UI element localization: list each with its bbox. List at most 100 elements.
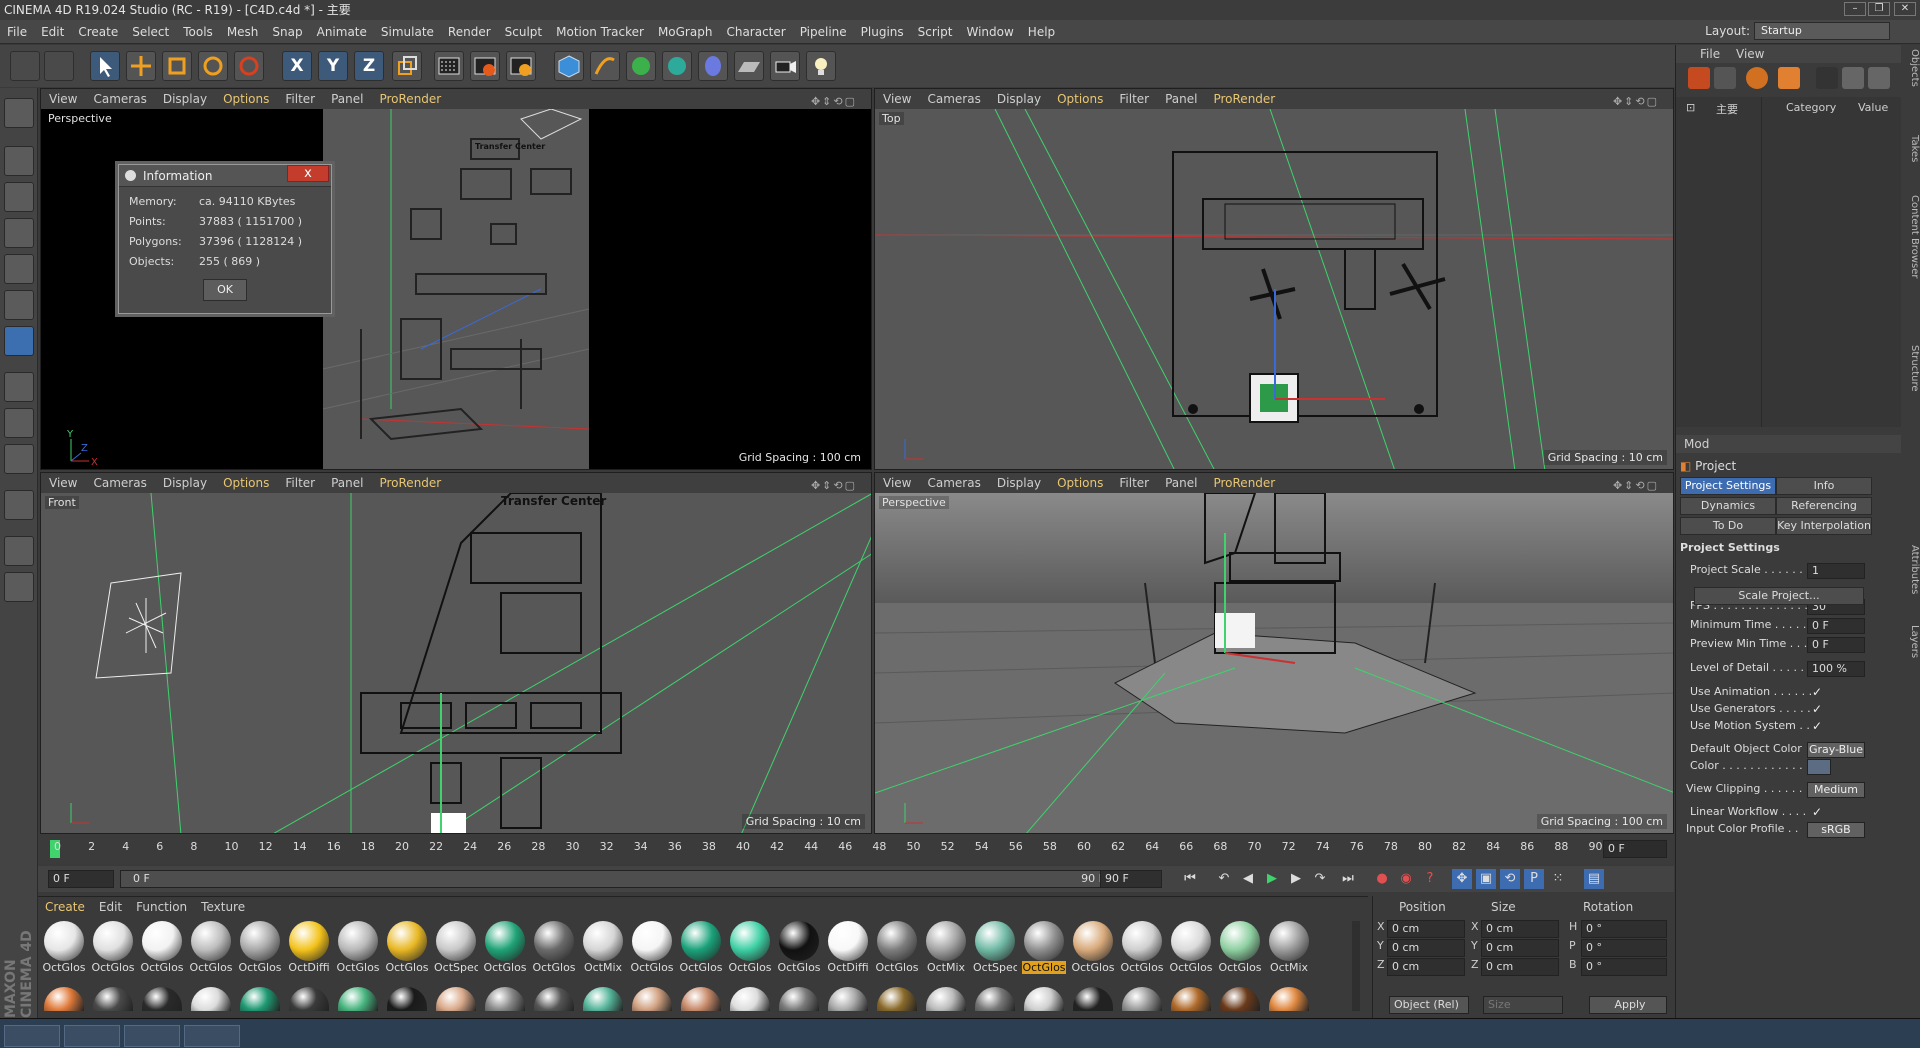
menu-motion-tracker[interactable]: Motion Tracker (549, 20, 651, 44)
go-to-end-icon[interactable]: ⏭ (1338, 869, 1358, 889)
color-swatch[interactable] (1807, 759, 1831, 775)
autokey-icon[interactable]: ◉ (1396, 869, 1416, 889)
attribute-value-field[interactable]: 100 % (1807, 661, 1865, 677)
start-button[interactable] (4, 1025, 60, 1047)
material-swatch[interactable]: OctMix (924, 921, 968, 977)
menu-simulate[interactable]: Simulate (374, 20, 441, 44)
material-swatch[interactable]: OctGlos (385, 921, 429, 977)
menu-script[interactable]: Script (911, 20, 960, 44)
material-swatch[interactable]: OctGlos (91, 921, 135, 977)
render-view-icon[interactable] (434, 51, 464, 81)
deformer-icon[interactable] (698, 51, 728, 81)
material-swatch[interactable]: OctGlos (532, 921, 576, 977)
vp-menu-display[interactable]: Display (155, 473, 215, 493)
attributes-mode-menu[interactable]: Mod (1684, 437, 1709, 451)
tab-to-do[interactable]: To Do (1680, 517, 1776, 535)
om-menu-view[interactable]: View (1736, 47, 1764, 61)
tab-referencing[interactable]: Referencing (1776, 497, 1872, 515)
vp-menu-view[interactable]: View (875, 473, 919, 493)
z-axis-lock-button[interactable]: Z (354, 51, 384, 81)
snap-icon[interactable] (4, 490, 34, 520)
light-icon[interactable] (806, 51, 836, 81)
menu-mesh[interactable]: Mesh (220, 20, 266, 44)
material-swatch[interactable]: OctGlos (1120, 921, 1164, 977)
mat-menu-function[interactable]: Function (129, 897, 194, 917)
auto-take-icon[interactable] (1868, 67, 1890, 89)
rotation-field[interactable]: 0 ° (1581, 958, 1667, 976)
pen-spline-icon[interactable] (590, 51, 620, 81)
cube-primitive-icon[interactable] (554, 51, 584, 81)
key-rotation-icon[interactable]: ⟲ (1500, 869, 1520, 889)
floor-icon[interactable] (734, 51, 764, 81)
range-slider[interactable]: 0 F 90 F (120, 870, 1120, 888)
move-icon[interactable] (126, 51, 156, 81)
recent-tool-icon[interactable] (234, 51, 264, 81)
key-scale-icon[interactable]: ▣ (1476, 869, 1496, 889)
menu-create[interactable]: Create (71, 20, 125, 44)
key-position-icon[interactable]: ✥ (1452, 869, 1472, 889)
mat-menu-texture[interactable]: Texture (194, 897, 252, 917)
axis-mode-icon[interactable] (4, 372, 34, 402)
side-tab-takes[interactable]: Takes (1900, 135, 1920, 162)
previous-frame-icon[interactable]: ◀ (1238, 869, 1258, 889)
material-swatch[interactable]: OctGlos (238, 921, 282, 977)
material-swatch[interactable]: OctGlos (1071, 921, 1115, 977)
minimize-button[interactable]: – (1844, 2, 1866, 16)
attribute-checkbox[interactable]: ✓ (1812, 702, 1822, 716)
material-swatch[interactable]: OctDiffi (826, 921, 870, 977)
vp-menu-cameras[interactable]: Cameras (85, 473, 154, 493)
attribute-checkbox[interactable]: ✓ (1812, 805, 1822, 819)
size-field[interactable]: 0 cm (1481, 920, 1559, 938)
tag-icon[interactable] (1714, 67, 1736, 89)
subdivision-icon[interactable] (626, 51, 656, 81)
vp-menu-options[interactable]: Options (1049, 473, 1111, 493)
vp-menu-cameras[interactable]: Cameras (919, 89, 988, 109)
record-active-icon[interactable]: ● (1372, 869, 1392, 889)
material-swatch[interactable]: OctMix (581, 921, 625, 977)
bookmark-icon[interactable] (1746, 67, 1768, 89)
attribute-checkbox[interactable]: ✓ (1812, 685, 1822, 699)
attribute-dropdown[interactable]: sRGB (1807, 822, 1865, 838)
material-swatch[interactable]: OctMix (1267, 921, 1311, 977)
play-icon[interactable]: ▶ (1262, 869, 1282, 889)
menu-animate[interactable]: Animate (310, 20, 374, 44)
next-key-icon[interactable]: ↷ (1310, 869, 1330, 889)
go-to-start-icon[interactable]: ⏮ (1180, 869, 1200, 889)
vp-menu-view[interactable]: View (41, 89, 85, 109)
vp-menu-display[interactable]: Display (155, 89, 215, 109)
material-swatch[interactable]: OctGlos (483, 921, 527, 977)
side-tab-objects[interactable]: Objects (1900, 49, 1920, 87)
position-field[interactable]: 0 cm (1387, 958, 1465, 976)
vp-menu-options[interactable]: Options (1049, 89, 1111, 109)
viewport-top[interactable]: View Cameras Display Options Filter Panel ProR… (874, 88, 1674, 470)
tab-key-interpolation[interactable]: Key Interpolation (1776, 517, 1872, 535)
end-frame-field[interactable]: 90 F (1100, 870, 1162, 888)
menu-snap[interactable]: Snap (265, 20, 309, 44)
tab-info[interactable]: Info (1776, 477, 1872, 495)
dialog-close-button[interactable]: x (287, 165, 329, 182)
viewport-front[interactable]: View Cameras Display Options Filter Panel ProR… (40, 472, 872, 834)
vp-menu-panel[interactable]: Panel (323, 473, 371, 493)
tab-project-settings[interactable]: Project Settings (1680, 477, 1776, 495)
coordinate-mode-select[interactable]: Object (Rel) (1389, 996, 1469, 1014)
material-swatch[interactable]: OctGlos (1022, 921, 1066, 977)
vp-menu-panel[interactable]: Panel (1157, 89, 1205, 109)
ok-button[interactable]: OK (203, 279, 247, 301)
material-swatch[interactable]: OctSpec (434, 921, 478, 977)
close-window-button[interactable]: ✕ (1894, 2, 1916, 16)
key-pla-icon[interactable]: ⁙ (1548, 869, 1568, 889)
side-tab-content-browser[interactable]: Content Browser (1900, 195, 1920, 278)
size-mode-select[interactable]: Size (1483, 996, 1563, 1014)
model-mode-icon[interactable] (4, 146, 34, 176)
mograph-cloner-icon[interactable] (662, 51, 692, 81)
material-swatch[interactable]: OctGlos (679, 921, 723, 977)
take-root-item[interactable]: 主要 (1716, 101, 1738, 117)
vp-menu-panel[interactable]: Panel (323, 89, 371, 109)
texture-mode-icon[interactable] (4, 182, 34, 212)
attribute-checkbox[interactable]: ✓ (1812, 719, 1822, 733)
rotate-icon[interactable] (198, 51, 228, 81)
attribute-value-field[interactable]: 0 F (1807, 618, 1865, 634)
take-icon[interactable] (1816, 67, 1838, 89)
vp-menu-filter[interactable]: Filter (277, 473, 323, 493)
menu-mograph[interactable]: MoGraph (651, 20, 720, 44)
